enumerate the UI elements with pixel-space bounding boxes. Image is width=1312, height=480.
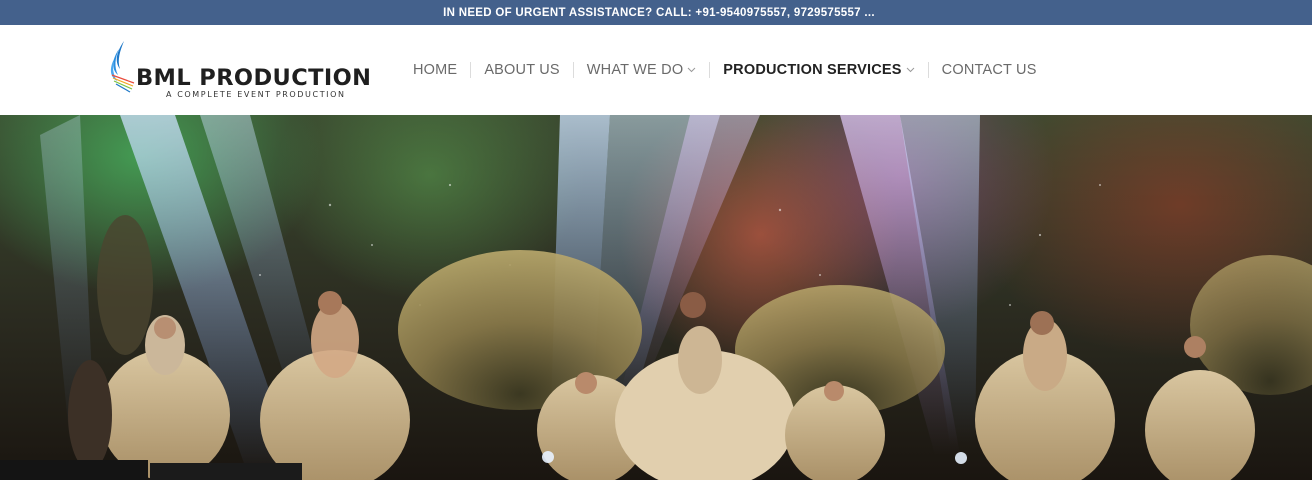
hero-banner-image	[0, 115, 1312, 480]
nav-item-about-us[interactable]: ABOUT US	[470, 62, 572, 78]
top-announcement-bar: IN NEED OF URGENT ASSISTANCE? CALL: +91-…	[0, 0, 1312, 25]
site-logo[interactable]: BML PRODUCTION A COMPLETE EVENT PRODUCTI…	[108, 39, 380, 101]
nav-item-label: ABOUT US	[484, 62, 560, 78]
main-navigation: HOME ABOUT US WHAT WE DO PRODUCTION SERV…	[400, 25, 1050, 115]
chevron-down-icon	[687, 67, 696, 73]
urgent-assistance-text: IN NEED OF URGENT ASSISTANCE? CALL: +91-…	[443, 6, 875, 19]
logo-tagline: A COMPLETE EVENT PRODUCTION	[166, 90, 346, 99]
nav-item-label: CONTACT US	[941, 62, 1037, 78]
nav-item-label: WHAT WE DO	[586, 62, 684, 78]
nav-item-label: PRODUCTION SERVICES	[723, 62, 902, 78]
nav-item-what-we-do[interactable]: WHAT WE DO	[572, 62, 710, 78]
site-header: BML PRODUCTION A COMPLETE EVENT PRODUCTI…	[0, 25, 1312, 115]
chevron-down-icon	[906, 67, 915, 73]
stage-performance-photo	[0, 115, 1312, 480]
nav-item-contact-us[interactable]: CONTACT US	[927, 62, 1050, 78]
logo-name: BML PRODUCTION	[136, 65, 372, 91]
nav-item-label: HOME	[413, 62, 458, 78]
nav-item-production-services[interactable]: PRODUCTION SERVICES	[709, 62, 927, 78]
nav-item-home[interactable]: HOME	[400, 62, 470, 78]
